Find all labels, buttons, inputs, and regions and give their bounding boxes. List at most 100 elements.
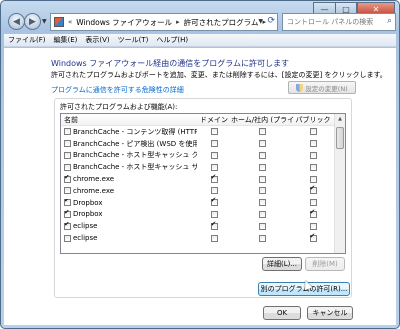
change-settings-button[interactable]: 設定の変更(N) xyxy=(288,81,356,94)
group-label: 許可されたプログラムおよび機能(A): xyxy=(60,103,178,111)
details-button[interactable]: 詳細(L)... xyxy=(262,257,302,271)
menu-bar: ファイル(F) 編集(E) 表示(V) ツール(T) ヘルプ(H) xyxy=(4,34,396,47)
home-cell xyxy=(231,222,293,230)
program-enabled-checkbox[interactable] xyxy=(64,210,71,218)
program-enabled-checkbox[interactable] xyxy=(64,199,71,207)
table-row[interactable]: BranchCache - ホスト型キャッシュ ク... xyxy=(61,150,345,162)
home-cell xyxy=(231,140,293,148)
delete-label: 削除(M) xyxy=(312,260,338,268)
risk-info-link[interactable]: プログラムに通信を許可する危険性の詳細 xyxy=(51,85,184,95)
home-cell xyxy=(231,128,293,136)
table-row[interactable]: chrome.exe xyxy=(61,173,345,185)
program-enabled-checkbox[interactable] xyxy=(64,140,71,148)
domain-checkbox[interactable] xyxy=(210,210,218,218)
delete-button[interactable]: 削除(M) xyxy=(305,257,345,271)
public-checkbox[interactable] xyxy=(309,151,317,159)
breadcrumb-allowed-programs[interactable]: 許可されたプログラム xyxy=(184,17,259,28)
public-checkbox[interactable] xyxy=(309,222,317,230)
column-header-public[interactable]: パブリック xyxy=(293,115,333,125)
breadcrumb-overflow[interactable]: « xyxy=(68,18,72,26)
column-header-domain[interactable]: ドメイン xyxy=(197,115,231,125)
column-header-name[interactable]: 名前 xyxy=(61,115,197,125)
domain-checkbox[interactable] xyxy=(210,196,218,207)
ok-label: OK xyxy=(276,309,288,317)
table-row[interactable]: BranchCache - コンテンツ取得 (HTTP ... xyxy=(61,126,345,138)
table-row[interactable]: Dropbox xyxy=(61,208,345,221)
table-row[interactable]: eclipse xyxy=(61,232,345,244)
home-checkbox[interactable] xyxy=(258,222,266,230)
domain-checkbox[interactable] xyxy=(210,220,218,230)
menu-file[interactable]: ファイル(F) xyxy=(4,35,50,45)
home-checkbox[interactable] xyxy=(258,187,266,195)
table-row[interactable]: BranchCache - ピア検出 (WSD を使用) xyxy=(61,138,345,150)
home-checkbox[interactable] xyxy=(258,151,266,159)
refresh-icon[interactable]: ⟳ xyxy=(267,16,275,26)
domain-checkbox[interactable] xyxy=(210,173,218,183)
recent-pages-dropdown-icon[interactable]: ▼ xyxy=(42,18,47,25)
domain-checkbox[interactable] xyxy=(210,163,218,171)
public-cell xyxy=(293,163,333,171)
home-checkbox[interactable] xyxy=(258,128,266,136)
home-checkbox[interactable] xyxy=(258,140,266,148)
program-enabled-checkbox[interactable] xyxy=(64,151,71,159)
allowed-programs-list[interactable]: 名前 ドメイン ホーム/社内 (プライ... パブリック BranchCache… xyxy=(60,113,346,254)
home-checkbox[interactable] xyxy=(258,234,266,242)
breadcrumb[interactable]: « Windows ファイアウォール ▸ 許可されたプログラム ▸ ▼ ⟳ xyxy=(50,13,278,31)
public-checkbox[interactable] xyxy=(309,175,317,183)
menu-help[interactable]: ヘルプ(H) xyxy=(152,35,192,45)
control-panel-icon xyxy=(54,17,64,27)
table-row[interactable]: eclipse xyxy=(61,220,345,232)
program-enabled-checkbox[interactable] xyxy=(64,128,71,136)
domain-checkbox[interactable] xyxy=(210,128,218,136)
forward-button[interactable]: ▶ xyxy=(24,13,41,30)
program-enabled-checkbox[interactable] xyxy=(64,234,71,242)
list-rows: BranchCache - コンテンツ取得 (HTTP ... BranchCac… xyxy=(61,126,345,244)
scroll-up-icon[interactable]: ▲ xyxy=(335,114,345,124)
menu-view[interactable]: 表示(V) xyxy=(81,35,113,45)
details-label: 詳細(L)... xyxy=(266,260,298,268)
domain-checkbox[interactable] xyxy=(210,151,218,159)
domain-checkbox[interactable] xyxy=(210,234,218,242)
ok-button[interactable]: OK xyxy=(263,306,301,320)
home-checkbox[interactable] xyxy=(258,175,266,183)
cancel-button[interactable]: キャンセル xyxy=(307,306,353,320)
program-enabled-checkbox[interactable] xyxy=(64,222,71,230)
public-cell xyxy=(293,184,333,195)
search-box[interactable]: ⌕ xyxy=(282,13,396,31)
home-checkbox[interactable] xyxy=(258,210,266,218)
public-cell xyxy=(293,151,333,159)
list-scrollbar[interactable]: ▲ xyxy=(334,114,345,253)
search-icon[interactable]: ⌕ xyxy=(387,16,392,26)
public-checkbox[interactable] xyxy=(309,208,317,218)
program-name: chrome.exe xyxy=(73,175,115,184)
program-name-cell: eclipse xyxy=(61,222,197,230)
public-checkbox[interactable] xyxy=(309,184,317,195)
home-checkbox[interactable] xyxy=(258,199,266,207)
public-checkbox[interactable] xyxy=(309,163,317,171)
address-dropdown-icon[interactable]: ▼ xyxy=(258,18,263,25)
public-checkbox[interactable] xyxy=(309,140,317,148)
content-area: Windows ファイアウォール経由の通信をプログラムに許可します 許可されたプ… xyxy=(4,48,396,325)
scroll-thumb[interactable] xyxy=(336,127,344,149)
table-row[interactable]: Dropbox xyxy=(61,196,345,209)
search-input[interactable] xyxy=(287,18,383,26)
menu-edit[interactable]: 編集(E) xyxy=(50,35,82,45)
table-row[interactable]: BranchCache - ホスト型キャッシュ サ... xyxy=(61,161,345,173)
column-header-home[interactable]: ホーム/社内 (プライ... xyxy=(231,115,293,125)
breadcrumb-firewall[interactable]: Windows ファイアウォール xyxy=(76,17,172,28)
public-checkbox[interactable] xyxy=(309,199,317,207)
program-enabled-checkbox[interactable] xyxy=(64,163,71,171)
program-enabled-checkbox[interactable] xyxy=(64,187,71,195)
domain-checkbox[interactable] xyxy=(210,140,218,148)
public-checkbox[interactable] xyxy=(309,232,317,242)
page-title: Windows ファイアウォール経由の通信をプログラムに許可します xyxy=(51,59,290,68)
menu-tools[interactable]: ツール(T) xyxy=(114,35,153,45)
table-row[interactable]: chrome.exe xyxy=(61,184,345,197)
breadcrumb-separator-icon[interactable]: ▸ xyxy=(176,18,180,26)
public-cell xyxy=(293,222,333,230)
back-button[interactable]: ◀ xyxy=(8,13,25,30)
home-checkbox[interactable] xyxy=(258,163,266,171)
public-checkbox[interactable] xyxy=(309,128,317,136)
domain-checkbox[interactable] xyxy=(210,187,218,195)
program-enabled-checkbox[interactable] xyxy=(64,175,71,183)
